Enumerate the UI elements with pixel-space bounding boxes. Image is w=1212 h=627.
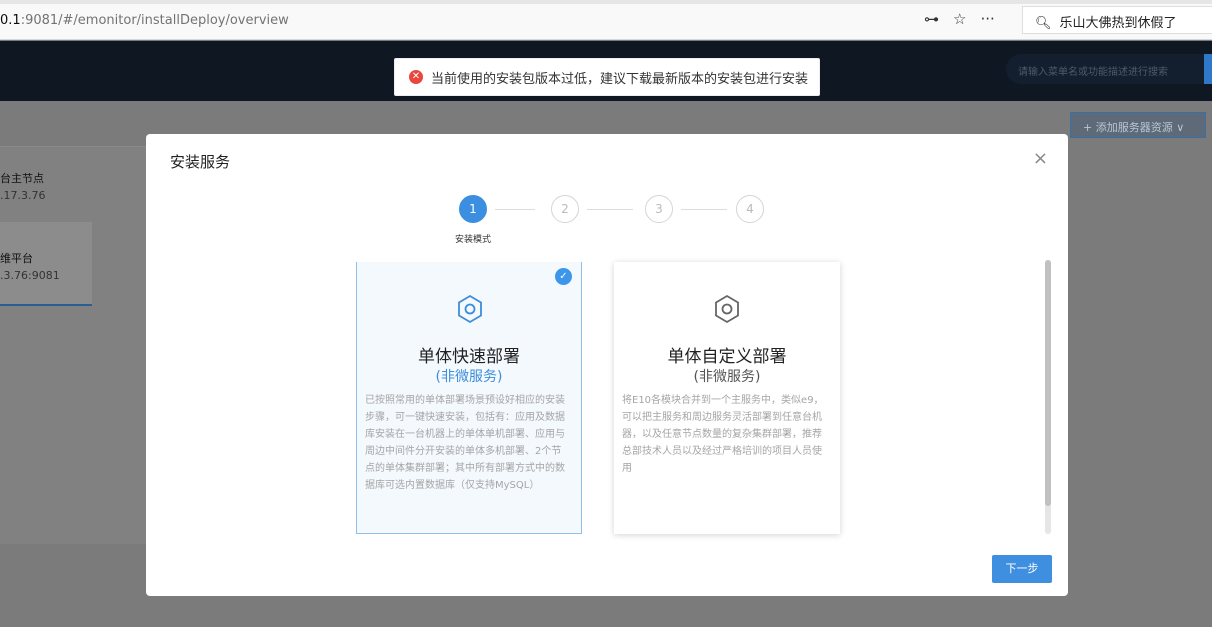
browser-search-text: 乐山大佛热到休假了	[1059, 16, 1177, 31]
url-host: 0.1	[0, 13, 21, 28]
url-bar[interactable]: 0.1:9081/#/emonitor/installDeploy/overvi…	[0, 13, 289, 28]
node-list-panel	[0, 146, 148, 544]
close-icon[interactable]: ×	[1033, 148, 1048, 169]
cards-scrollbar[interactable]	[1045, 260, 1051, 534]
step-connector	[587, 209, 633, 210]
hexagon-icon	[458, 294, 482, 324]
card-title: 单体自定义部署	[667, 347, 787, 367]
card-description: 将E10各模块合并到一个主服务中，类似e9，可以把主服务和周边服务灵活部署到任意…	[622, 395, 824, 474]
tab-strip-edge	[0, 0, 1212, 4]
step-connector	[681, 209, 727, 210]
step-1-label: 安装模式	[454, 235, 491, 245]
more-icon[interactable]: ···	[980, 10, 994, 28]
check-icon: ✓	[555, 268, 572, 285]
next-step-button[interactable]: 下一步	[992, 555, 1052, 583]
browser-toolbar: 0.1:9081/#/emonitor/installDeploy/overvi…	[0, 0, 1212, 40]
option-card-quick-deploy[interactable]: ✓ 单体快速部署 (非微服务) 已按照常用的单体部署场景预设好相应的安装步骤，可…	[356, 262, 582, 534]
node-title: 维平台	[0, 252, 33, 265]
menu-search-placeholder: 请输入菜单名或功能描述进行搜索	[1018, 67, 1168, 78]
star-icon[interactable]: ☆	[953, 10, 966, 28]
card-subtitle: (非微服务)	[693, 369, 761, 385]
hexagon-icon	[715, 294, 739, 324]
card-description: 已按照常用的单体部署场景预设好相应的安装步骤，可一键快速安装，包括有：应用及数据…	[365, 395, 565, 491]
node-title: 台主节点	[0, 172, 44, 185]
warning-toast: ✕ 当前使用的安装包版本过低，建议下载最新版本的安装包进行安装	[394, 58, 820, 96]
card-title: 单体快速部署	[418, 347, 520, 367]
key-icon[interactable]: ⊶	[924, 10, 939, 28]
option-card-custom-deploy[interactable]: 单体自定义部署 (非微服务) 将E10各模块合并到一个主服务中，类似e9，可以把…	[614, 262, 840, 534]
browser-search-box[interactable]: 🔍︎ 乐山大佛热到休假了	[1022, 6, 1212, 34]
error-icon: ✕	[409, 70, 423, 84]
step-4: 4	[736, 195, 764, 223]
card-subtitle: (非微服务)	[435, 369, 503, 385]
node-item-master[interactable]: 台主节点 .17.3.76	[0, 170, 45, 204]
add-server-resource-button[interactable]: + 添加服务器资源 ∨	[1070, 112, 1206, 138]
dialog-title: 安装服务	[170, 153, 231, 171]
node-address: .17.3.76	[0, 189, 46, 202]
step-1: 1	[459, 195, 487, 223]
node-item-platform[interactable]: 维平台 .3.76:9081	[0, 222, 92, 306]
url-path: :9081/#/emonitor/installDeploy/overview	[20, 13, 289, 28]
node-address: .3.76:9081	[0, 269, 60, 282]
toast-message: 当前使用的安装包版本过低，建议下载最新版本的安装包进行安装	[431, 71, 809, 87]
browser-actions: ⊶ ☆ ···	[924, 10, 995, 28]
scrollbar-thumb[interactable]	[1045, 260, 1051, 506]
install-service-dialog: 安装服务 × 1 安装模式 2 3 4 ✓ 单体快速部署 (非微服务) 已按照常…	[146, 134, 1068, 596]
step-2: 2	[551, 195, 579, 223]
menu-search-input[interactable]: 请输入菜单名或功能描述进行搜索	[1006, 54, 1212, 84]
step-connector	[495, 209, 535, 210]
step-3: 3	[645, 195, 673, 223]
search-icon: 🔍︎	[1035, 16, 1052, 31]
menu-search-button[interactable]	[1204, 54, 1212, 84]
